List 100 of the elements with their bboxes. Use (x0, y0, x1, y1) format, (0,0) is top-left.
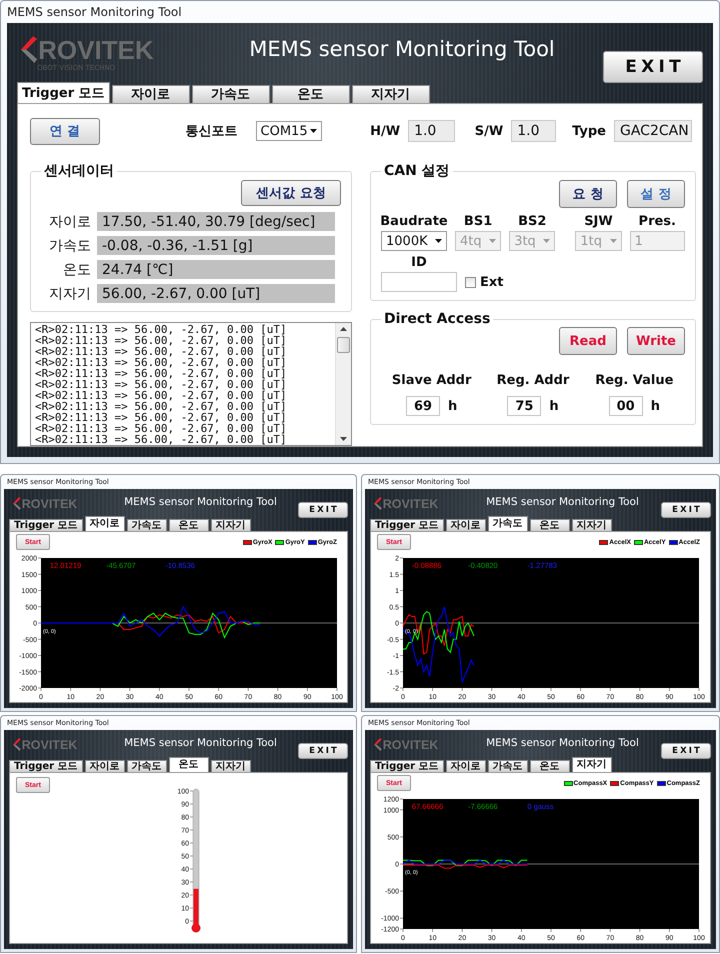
app-title: MEMS sensor Monitoring Tool (123, 496, 278, 508)
port-dropdown[interactable]: COM15 (256, 121, 322, 141)
exit-button[interactable]: EXIT (298, 742, 348, 759)
unit-label: h (650, 398, 660, 414)
ext-checkbox[interactable] (465, 276, 476, 288)
field-label: SJW (584, 214, 613, 229)
unit-label: h (448, 398, 458, 414)
tab[interactable]: Trigger 모드 (17, 82, 110, 103)
log-line: <R>02:11:13 => 56.00, -2.67, 0.00 [uT] (35, 434, 288, 445)
scroll-thumb[interactable] (337, 337, 350, 353)
tab[interactable]: 지자기 (210, 760, 251, 772)
exit-button[interactable]: EXIT (661, 502, 711, 518)
checkbox-label: Ext (480, 274, 504, 290)
group-title: 센서데이터 (44, 163, 114, 179)
request-button[interactable]: 센서값 요청 (241, 180, 341, 206)
sensor-value: 24.74 [℃] (97, 260, 335, 279)
hex-field[interactable]: 75 (507, 396, 542, 416)
info-label: Type (572, 124, 606, 138)
info-label: S/W (474, 124, 504, 138)
dropdown-caret-icon (489, 239, 496, 243)
tab[interactable]: Trigger 모드 (9, 760, 83, 772)
register-button[interactable]: Write (627, 327, 685, 355)
tab[interactable]: 온도 (530, 760, 570, 772)
logo-text: ROVITEK (22, 738, 78, 752)
exit-button[interactable]: EXIT (603, 50, 703, 83)
connect-button[interactable]: 연 결 (30, 118, 100, 144)
tab[interactable]: 지자기 (572, 757, 612, 772)
logo-text: ROVITEK (382, 498, 438, 510)
info-field: GAC2CAN (614, 120, 692, 142)
logo-icon (374, 738, 382, 752)
dropdown-caret-icon (310, 129, 318, 133)
tab[interactable]: Trigger 모드 (370, 760, 444, 772)
log-line: <R>02:11:13 => 56.00, -2.67, 0.00 [uT] (35, 390, 288, 401)
tab[interactable]: 자이로 (84, 516, 125, 531)
scroll-up-icon (340, 327, 347, 331)
tab[interactable]: 자이로 (446, 519, 486, 531)
log-line: <R>02:11:13 => 56.00, -2.67, 0.00 [uT] (35, 357, 288, 368)
field-label: Reg. Value (595, 373, 674, 388)
can-button[interactable]: 요 청 (559, 180, 617, 208)
tab[interactable]: Trigger 모드 (9, 519, 83, 531)
sensor-label: 온도 (62, 260, 91, 278)
log-line: <R>02:11:13 => 56.00, -2.67, 0.00 [uT] (35, 412, 288, 423)
tab[interactable]: 가속도 (488, 516, 528, 531)
field-label: ID (411, 255, 427, 270)
tab[interactable]: Trigger 모드 (370, 519, 444, 531)
group-title: Direct Access (384, 311, 490, 327)
exit-button[interactable]: EXIT (298, 502, 348, 518)
field-label: Reg. Addr (496, 373, 570, 388)
app-title: MEMS sensor Monitoring Tool (248, 36, 556, 61)
log-line: <R>02:11:13 => 56.00, -2.67, 0.00 [uT] (35, 324, 288, 335)
tab[interactable]: 가속도 (126, 760, 167, 772)
tab[interactable]: 온도 (168, 757, 209, 772)
tab[interactable]: 지자기 (210, 519, 251, 531)
log-line: <R>02:11:13 => 56.00, -2.67, 0.00 [uT] (35, 368, 288, 379)
sensor-label: 지자기 (48, 284, 91, 302)
id-field[interactable] (381, 272, 457, 292)
hex-field[interactable]: 00 (608, 396, 643, 416)
register-button[interactable]: Read (559, 327, 617, 355)
tab[interactable]: 온도 (272, 85, 350, 103)
sensor-value: -0.08, -0.36, -1.51 [g] (97, 236, 335, 255)
field-label: Pres. (638, 214, 676, 229)
scrollbar[interactable] (335, 323, 351, 445)
tab[interactable]: 가속도 (192, 85, 270, 103)
tab[interactable]: 온도 (530, 519, 570, 531)
info-field: 1.0 (408, 120, 455, 142)
field-label: Baudrate (380, 214, 448, 229)
log-line: <R>02:11:13 => 56.00, -2.67, 0.00 [uT] (35, 379, 288, 390)
field-label: Slave Addr (392, 373, 472, 388)
tab[interactable]: 자이로 (112, 85, 190, 103)
tab[interactable]: 가속도 (126, 519, 167, 531)
dropdown-caret-icon (610, 239, 617, 243)
hex-field[interactable]: 69 (406, 396, 440, 416)
tab[interactable]: 지자기 (572, 519, 612, 531)
dropdown-caret-icon (435, 239, 442, 243)
logo-icon (374, 497, 382, 511)
tab[interactable]: 자이로 (446, 760, 486, 772)
sensor-label: 가속도 (48, 236, 91, 254)
logo-text: ROVITEK (38, 36, 154, 63)
sensor-value: 17.50, -51.40, 30.79 [deg/sec] (97, 212, 335, 231)
info-label: H/W (370, 124, 400, 138)
can-button[interactable]: 설 정 (627, 180, 685, 208)
field-label: BS2 (518, 214, 546, 229)
exit-button[interactable]: EXIT (661, 742, 711, 759)
scroll-down-icon (340, 437, 347, 441)
log-line: <R>02:11:13 => 56.00, -2.67, 0.00 [uT] (35, 401, 288, 412)
dropdown[interactable]: 1000K (381, 231, 447, 251)
logo-icon (21, 36, 38, 64)
logo-text: ROVITEK (382, 738, 438, 752)
tab[interactable]: 지자기 (352, 85, 430, 103)
log-line: <R>02:11:13 => 56.00, -2.67, 0.00 [uT] (35, 335, 288, 346)
tab[interactable]: 가속도 (488, 760, 528, 772)
logo-icon (13, 738, 21, 752)
tab[interactable]: 온도 (168, 519, 209, 531)
sensor-value: 56.00, -2.67, 0.00 [uT] (97, 284, 335, 303)
logo-text: ROVITEK (22, 498, 78, 510)
log-line: <R>02:11:13 => 56.00, -2.67, 0.00 [uT] (35, 346, 288, 357)
tab[interactable]: 자이로 (84, 760, 125, 772)
thermometer-bulb (192, 924, 200, 932)
group-title: CAN 설정 (384, 163, 450, 179)
sensor-label: 자이로 (48, 212, 91, 230)
